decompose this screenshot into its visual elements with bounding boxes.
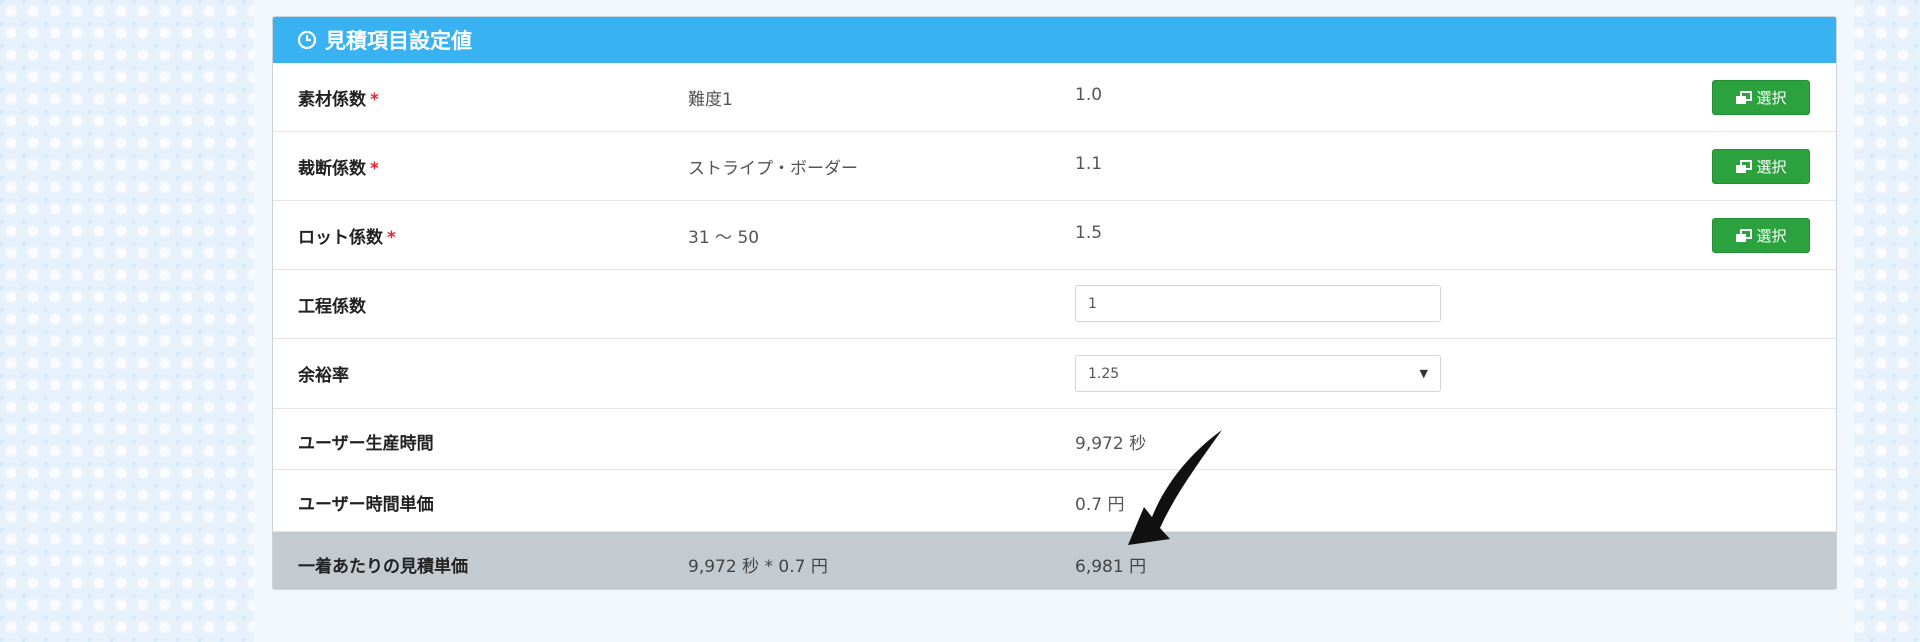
required-mark: * [370,159,379,179]
unit-estimate-formula: 9,972 秒 * 0.7 円 [688,557,828,577]
unit-estimate-label: 一着あたりの見積単価 [298,557,468,577]
required-mark: * [370,90,379,110]
lot-coefficient-value: 1.5 [1075,223,1103,243]
row-unit-estimate: 一着あたりの見積単価 9,972 秒 * 0.7 円 6,981 円 [273,532,1836,589]
unit-estimate-value: 6,981 円 [1075,557,1147,577]
row-cutting-coefficient: 裁断係数 * ストライプ・ボーダー 1.1 選択 [273,132,1836,201]
user-hourly-price-label: ユーザー時間単価 [298,495,434,515]
row-margin-rate: 余裕率 1.25 ▼ [273,339,1836,409]
row-material-coefficient: 素材係数 * 難度1 1.0 選択 [273,63,1836,132]
estimate-settings-panel: 見積項目設定値 素材係数 * 難度1 1.0 選択 裁断係数 * ストライプ・ボーダ… [272,16,1837,590]
material-coefficient-value: 1.0 [1075,85,1103,105]
cutting-coefficient-label: 裁断係数 * [298,159,379,179]
material-select-button[interactable]: 選択 [1712,80,1810,115]
panel-title: 見積項目設定値 [325,29,472,53]
panel-header: 見積項目設定値 [273,17,1836,63]
lot-coefficient-desc: 31 ～ 50 [688,228,760,248]
caret-down-icon: ▼ [1419,367,1428,380]
user-production-time-label: ユーザー生産時間 [298,434,434,454]
row-user-hourly-price: ユーザー時間単価 0.7 円 [273,470,1836,532]
material-coefficient-label: 素材係数 * [298,90,379,110]
process-coefficient-label: 工程係数 [298,297,366,317]
row-process-coefficient: 工程係数 1 [273,270,1836,339]
window-restore-icon [1736,159,1753,173]
material-coefficient-desc: 難度1 [688,90,733,110]
lot-select-button[interactable]: 選択 [1712,218,1810,253]
process-coefficient-input[interactable]: 1 [1075,285,1441,322]
lot-coefficient-label: ロット係数 * [298,228,396,248]
cutting-coefficient-desc: ストライプ・ボーダー [688,159,858,179]
margin-rate-label: 余裕率 [298,366,349,386]
cutting-select-button[interactable]: 選択 [1712,149,1810,184]
margin-rate-select[interactable]: 1.25 ▼ [1075,355,1441,392]
row-user-production-time: ユーザー生産時間 9,972 秒 [273,409,1836,470]
arrow-icon [1128,430,1222,545]
required-mark: * [387,228,396,248]
window-restore-icon [1736,90,1753,104]
clock-icon [297,30,317,50]
row-lot-coefficient: ロット係数 * 31 ～ 50 1.5 選択 [273,201,1836,270]
window-restore-icon [1736,228,1753,242]
cutting-coefficient-value: 1.1 [1075,154,1103,174]
